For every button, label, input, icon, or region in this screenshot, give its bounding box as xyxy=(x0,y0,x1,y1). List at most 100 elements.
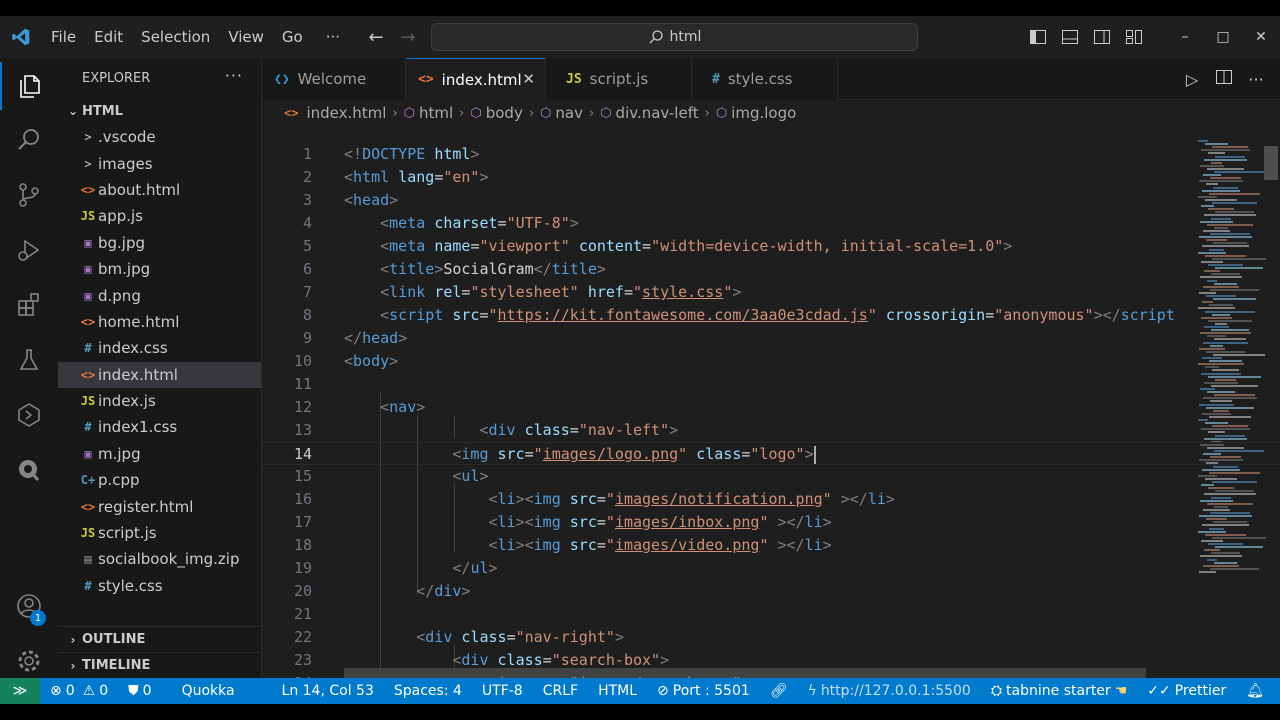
tree-file[interactable]: <> index.html xyxy=(58,361,261,388)
split-editor-icon[interactable] xyxy=(1208,69,1240,89)
tabnine-status[interactable]: ⛭ tabnine starter ☚ xyxy=(981,683,1137,699)
code-line[interactable]: 3 <head> xyxy=(262,189,1280,212)
code-line[interactable]: 7 <link rel="stylesheet" href="style.css… xyxy=(262,281,1280,304)
tab-script-js[interactable]: JS script.js xyxy=(546,58,692,100)
extensions-icon[interactable] xyxy=(0,281,58,329)
breadcrumb-nav[interactable]: ⬡ nav xyxy=(540,104,583,122)
remote-explorer-icon[interactable] xyxy=(0,391,58,439)
menu-go[interactable]: Go xyxy=(273,16,312,58)
link-icon[interactable]: 🔗︎ xyxy=(760,683,798,699)
tree-file[interactable]: C+ p.cpp xyxy=(58,467,261,493)
accounts-icon[interactable]: 1 xyxy=(0,582,58,630)
tree-file[interactable]: <> home.html xyxy=(58,309,261,335)
code-line[interactable]: 13 <div class="nav-left"> xyxy=(262,419,1280,442)
remote-indicator[interactable]: ≫ xyxy=(0,678,40,704)
tree-file[interactable]: ▣ bg.jpg xyxy=(58,230,261,256)
language-mode[interactable]: HTML xyxy=(588,683,647,699)
back-arrow-icon[interactable]: ← xyxy=(360,27,392,48)
code-line[interactable]: 22 <div class="nav-right"> xyxy=(262,626,1280,649)
forward-arrow-icon[interactable]: → xyxy=(392,27,424,48)
code-line[interactable]: 10 <body> xyxy=(262,350,1280,373)
menu-file[interactable]: File xyxy=(42,16,85,58)
quokka-status[interactable]: Quokka xyxy=(172,683,245,699)
tab-style-css[interactable]: # style.css xyxy=(692,58,838,100)
tree-folder[interactable]: > images xyxy=(58,150,261,176)
close-icon[interactable]: ✕ xyxy=(522,70,535,88)
tree-file[interactable]: ▣ d.png xyxy=(58,282,261,308)
encoding[interactable]: UTF-8 xyxy=(472,683,533,699)
tree-file[interactable]: JS app.js xyxy=(58,203,261,229)
code-line[interactable]: 21 xyxy=(262,603,1280,626)
tab-welcome[interactable]: ❮❯ Welcome xyxy=(262,58,406,100)
toggle-panel-icon[interactable] xyxy=(1054,16,1086,58)
search-icon[interactable] xyxy=(0,116,58,164)
testing-icon[interactable] xyxy=(0,336,58,384)
code-line[interactable]: 11 xyxy=(262,373,1280,396)
tree-file[interactable]: <> register.html xyxy=(58,493,261,519)
menu-more-button[interactable]: ··· xyxy=(312,16,354,58)
customize-layout-icon[interactable] xyxy=(1118,16,1150,58)
code-line[interactable]: 17 <li><img src="images/inbox.png" ></li… xyxy=(262,511,1280,534)
code-line[interactable]: 2 <html lang="en"> xyxy=(262,166,1280,189)
tree-file[interactable]: # style.css xyxy=(58,573,261,599)
code-line[interactable]: 8 <script src="https://kit.fontawesome.c… xyxy=(262,304,1280,327)
tree-file[interactable]: # index1.css xyxy=(58,414,261,440)
live-server-port[interactable]: ⊘ Port : 5501 xyxy=(647,683,760,699)
code-line[interactable]: 5 <meta name="viewport" content="width=d… xyxy=(262,235,1280,258)
end-of-line[interactable]: CRLF xyxy=(533,683,588,699)
code-line[interactable]: 23 <div class="search-box"> xyxy=(262,649,1280,672)
tree-file[interactable]: ▤ socialbook_img.zip xyxy=(58,546,261,572)
code-line[interactable]: 6 <title>SocialGram</title> xyxy=(262,258,1280,281)
tree-file[interactable]: JS script.js xyxy=(58,520,261,546)
code-line[interactable]: 20 </div> xyxy=(262,580,1280,603)
code-line[interactable]: 14 <img src="images/logo.png" class="log… xyxy=(262,442,1280,465)
breadcrumb-img-logo[interactable]: ⬡ img.logo xyxy=(716,104,796,122)
breadcrumb-div-nav-left[interactable]: ⬡ div.nav-left xyxy=(600,104,698,122)
outline-section[interactable]: › OUTLINE xyxy=(58,626,262,652)
close-window-button[interactable]: ✕ xyxy=(1242,16,1280,58)
problems-indicator[interactable]: ⊗ 0 ⚠ 0 xyxy=(40,683,118,699)
tab-index-html[interactable]: <> index.html ✕ xyxy=(406,58,546,100)
breadcrumb-body[interactable]: ⬡ body xyxy=(470,104,522,122)
explorer-more-button[interactable]: ··· xyxy=(225,66,243,85)
menu-edit[interactable]: Edit xyxy=(85,16,132,58)
code-line[interactable]: 12 <nav> xyxy=(262,396,1280,419)
tree-file[interactable]: ▣ bm.jpg xyxy=(58,256,261,282)
code-line[interactable]: 1 <!DOCTYPE html> xyxy=(262,143,1280,166)
code-editor[interactable]: 1 <!DOCTYPE html> 2 <html lang="en"> 3 <head>… xyxy=(262,126,1280,678)
toggle-sidebar-icon[interactable] xyxy=(1022,16,1054,58)
live-url[interactable]: ϟ http://127.0.0.1:5500 xyxy=(798,683,981,699)
notifications-bell-icon[interactable]: 🔔︎ xyxy=(1236,683,1274,699)
run-debug-icon[interactable] xyxy=(0,226,58,274)
source-control-icon[interactable] xyxy=(0,171,58,219)
maximize-button[interactable]: □ xyxy=(1204,16,1242,58)
code-line[interactable]: 9 </head> xyxy=(262,327,1280,350)
timeline-section[interactable]: › TIMELINE xyxy=(58,652,262,678)
code-line[interactable]: 15 <ul> xyxy=(262,465,1280,488)
files-icon[interactable] xyxy=(0,62,58,110)
tree-file[interactable]: JS index.js xyxy=(58,388,261,414)
code-line[interactable]: 4 <meta charset="UTF-8"> xyxy=(262,212,1280,235)
menu-view[interactable]: View xyxy=(219,16,273,58)
tabnine-icon[interactable] xyxy=(0,446,58,494)
minimize-button[interactable]: – xyxy=(1166,16,1204,58)
more-actions-icon[interactable]: ··· xyxy=(1240,70,1272,89)
breadcrumb-file[interactable]: <> index.html xyxy=(284,104,386,122)
folder-header[interactable]: ⌄ HTML xyxy=(58,98,261,124)
cursor-position[interactable]: Ln 14, Col 53 xyxy=(272,683,384,699)
breadcrumb-html[interactable]: ⬡ html xyxy=(404,104,454,122)
run-icon[interactable]: ▷ xyxy=(1176,70,1208,89)
indentation[interactable]: Spaces: 4 xyxy=(384,683,472,699)
code-line[interactable]: 16 <li><img src="images/notification.png… xyxy=(262,488,1280,511)
code-line[interactable]: 18 <li><img src="images/video.png" ></li… xyxy=(262,534,1280,557)
tree-file[interactable]: <> about.html xyxy=(58,177,261,203)
menu-selection[interactable]: Selection xyxy=(132,16,219,58)
tree-folder[interactable]: > .vscode xyxy=(58,124,261,150)
tree-file[interactable]: # index.css xyxy=(58,335,261,361)
ports-indicator[interactable]: ⛊ 0 xyxy=(118,683,161,699)
prettier-status[interactable]: ✓✓ Prettier xyxy=(1137,683,1236,699)
command-center-search[interactable]: html xyxy=(431,23,918,51)
tree-file[interactable]: ▣ m.jpg xyxy=(58,441,261,467)
code-line[interactable]: 19 </ul> xyxy=(262,557,1280,580)
toggle-secondary-sidebar-icon[interactable] xyxy=(1086,16,1118,58)
